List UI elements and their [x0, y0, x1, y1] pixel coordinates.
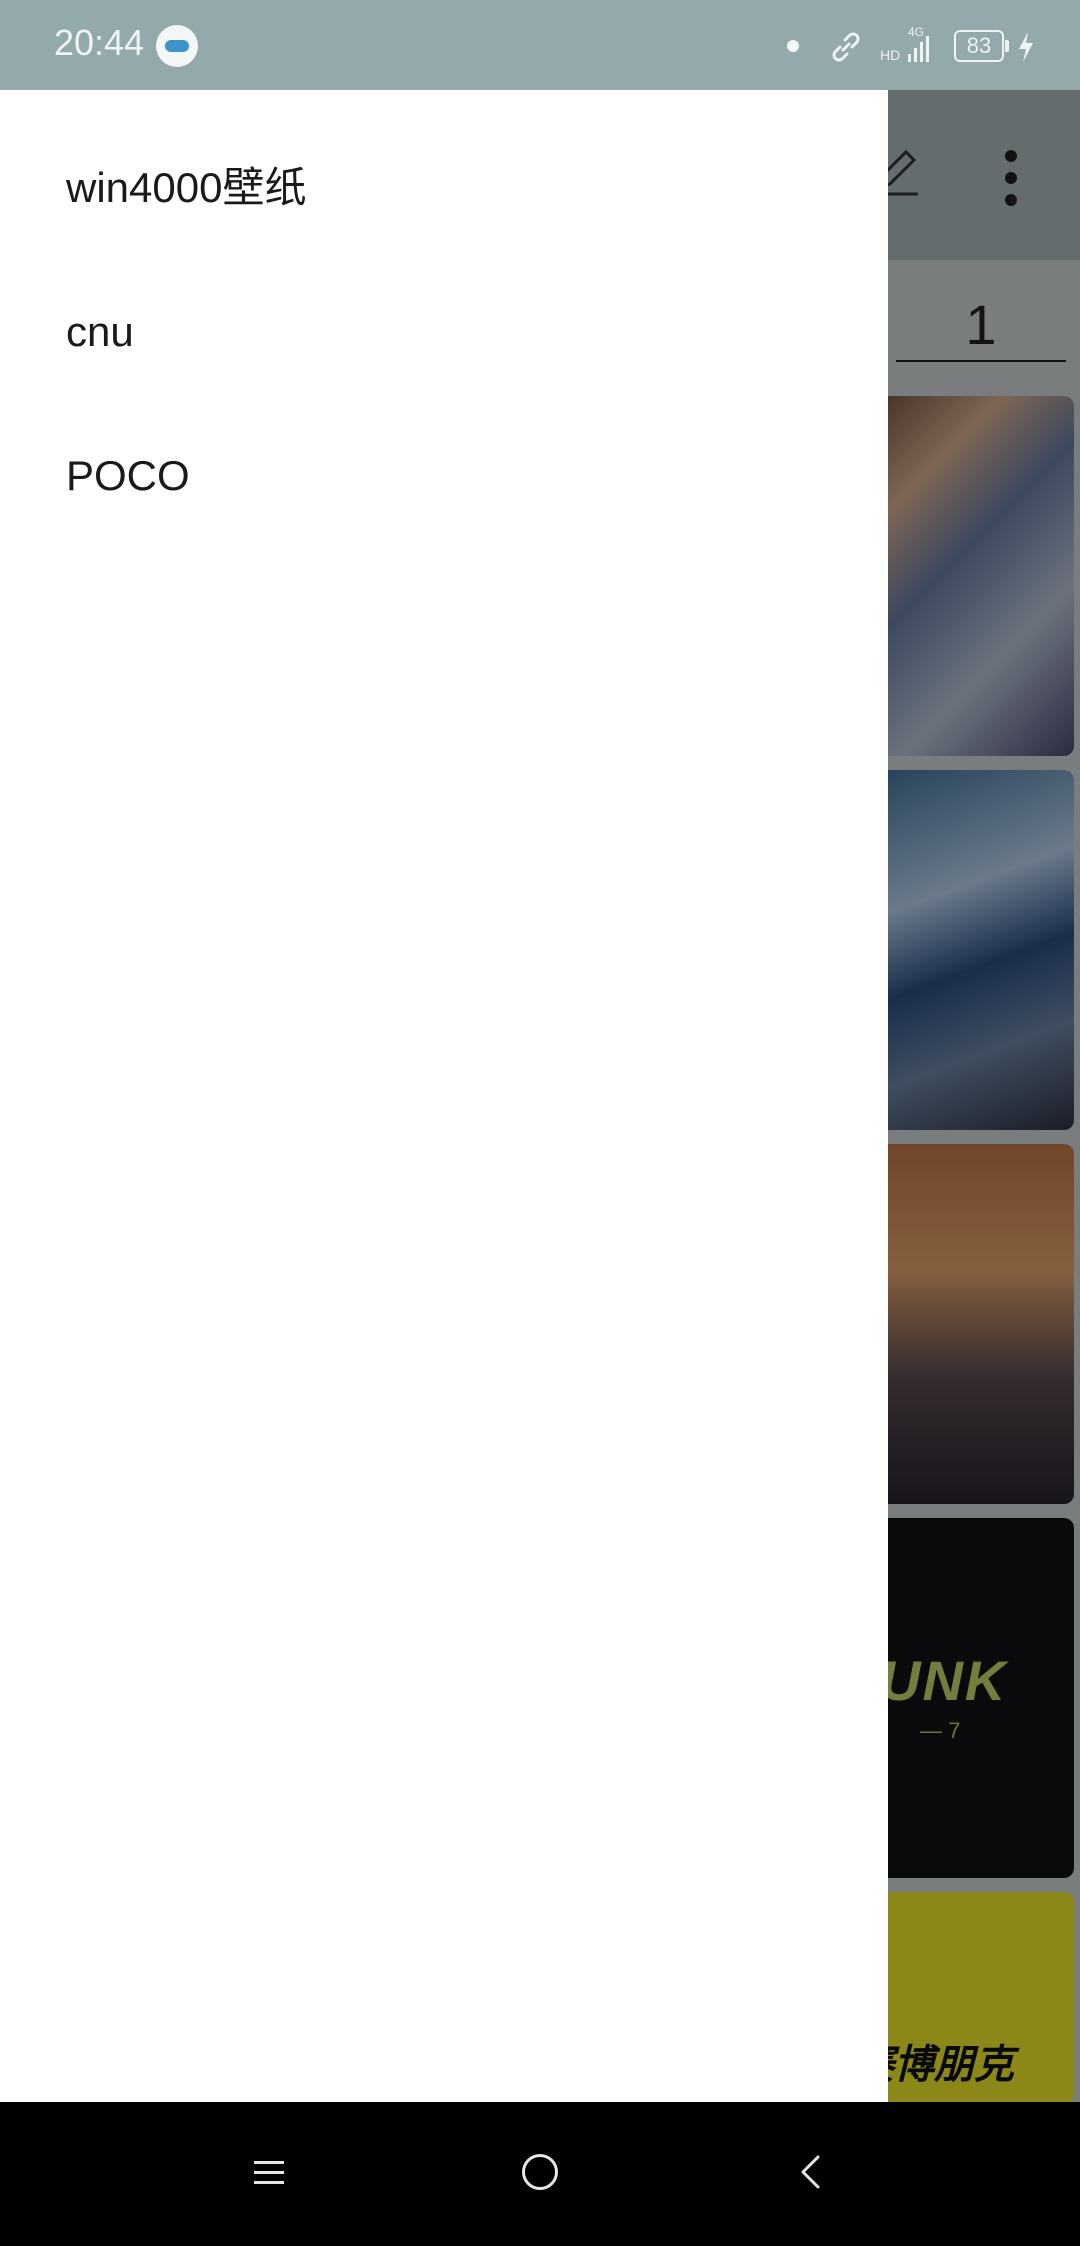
back-icon[interactable]: [798, 2154, 822, 2190]
hd-label: HD: [880, 47, 900, 63]
toggle-icon: [156, 25, 198, 67]
battery-icon: 83: [954, 30, 1009, 62]
notification-dot-icon: [787, 40, 799, 52]
system-nav-bar: [0, 2102, 1080, 2246]
status-time: 20:44: [54, 22, 145, 63]
drawer-item-win4000[interactable]: win4000壁纸: [0, 128, 888, 248]
signal-icon: HD 4G: [880, 25, 929, 63]
drawer-item-cnu[interactable]: cnu: [0, 272, 888, 392]
network-label: 4G: [908, 25, 924, 39]
status-bar: 20:44 HD 4G 83: [0, 0, 1080, 90]
charging-icon: [1019, 32, 1033, 62]
drawer-item-poco[interactable]: POCO: [0, 416, 888, 536]
home-icon[interactable]: [522, 2154, 558, 2190]
link-icon: [832, 32, 860, 62]
menu-icon[interactable]: [252, 2156, 286, 2190]
navigation-drawer: win4000壁纸 cnu POCO: [0, 90, 888, 2102]
